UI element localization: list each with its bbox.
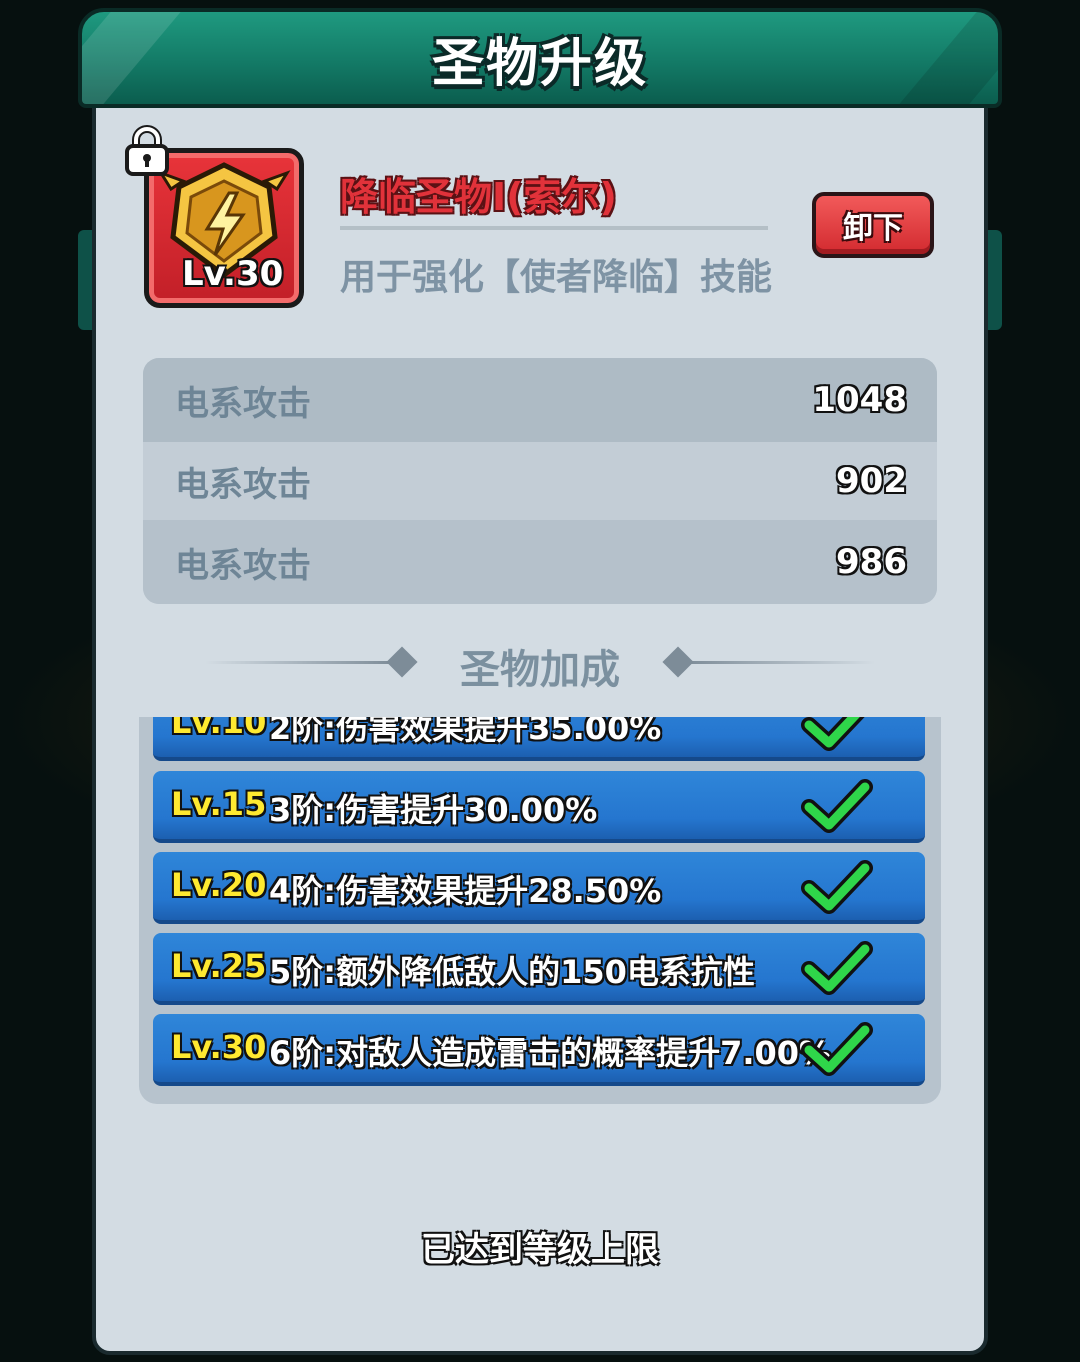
name-divider xyxy=(340,226,768,230)
relic-level-badge: Lv.30 xyxy=(182,254,284,294)
max-level-status: 已达到等级上限 xyxy=(421,1230,659,1270)
bonus-level: Lv.30 xyxy=(171,1028,267,1066)
stat-row: 电系攻击 902 xyxy=(143,442,937,520)
stat-label: 电系攻击 xyxy=(175,545,311,586)
relic-name: 降临圣物I(索尔) xyxy=(340,175,617,219)
stat-label: 电系攻击 xyxy=(175,383,311,424)
bonus-level: Lv.25 xyxy=(171,947,267,985)
bonus-description: 4阶:伤害效果提升28.50% xyxy=(269,872,662,910)
check-icon xyxy=(801,860,873,914)
bonus-row: Lv.10 2阶:伤害效果提升35.00% xyxy=(153,717,925,761)
bonus-description: 3阶:伤害提升30.00% xyxy=(269,791,598,829)
bonus-level: Lv.20 xyxy=(171,866,267,904)
stat-row: 电系攻击 986 xyxy=(143,520,937,604)
bonus-level: Lv.15 xyxy=(171,785,267,823)
bonus-row: Lv.20 4阶:伤害效果提升28.50% xyxy=(153,852,925,924)
stat-row: 电系攻击 1048 xyxy=(143,358,937,442)
stat-label: 电系攻击 xyxy=(175,464,311,505)
bonus-description: 5阶:额外降低敌人的150电系抗性 xyxy=(269,953,755,991)
title-bar: 圣物升级 xyxy=(78,8,1002,108)
unequip-button[interactable]: 卸下 xyxy=(812,192,934,258)
title-bar-shade xyxy=(899,12,998,104)
bonus-row: Lv.30 6阶:对敌人造成雷击的概率提升7.00% xyxy=(153,1014,925,1086)
padlock-icon[interactable] xyxy=(122,125,172,177)
title-bar-shine xyxy=(82,12,181,104)
bonus-row: Lv.15 3阶:伤害提升30.00% xyxy=(153,771,925,843)
bonus-description: 6阶:对敌人造成雷击的概率提升7.00% xyxy=(269,1034,832,1072)
bonus-section-header: 圣物加成 xyxy=(205,635,875,693)
stat-value: 986 xyxy=(836,542,907,582)
stat-value: 902 xyxy=(836,461,907,501)
check-icon xyxy=(801,941,873,995)
bonus-description: 2阶:伤害效果提升35.00% xyxy=(269,717,662,747)
stats-table: 电系攻击 1048 电系攻击 902 电系攻击 986 xyxy=(143,358,937,604)
check-icon xyxy=(801,779,873,833)
bonus-level: Lv.10 xyxy=(171,717,267,741)
page-title: 圣物升级 xyxy=(431,33,648,94)
bonus-row: Lv.25 5阶:额外降低敌人的150电系抗性 xyxy=(153,933,925,1005)
divider-line xyxy=(685,661,875,664)
stat-value: 1048 xyxy=(812,380,907,420)
bonus-list[interactable]: Lv.10 2阶:伤害效果提升35.00% Lv.15 3阶:伤害提升30.00… xyxy=(139,717,941,1104)
bonus-section-title: 圣物加成 xyxy=(460,647,620,693)
check-icon xyxy=(801,1022,873,1076)
check-icon xyxy=(801,717,865,751)
relic-description: 用于强化【使者降临】技能 xyxy=(340,257,773,298)
